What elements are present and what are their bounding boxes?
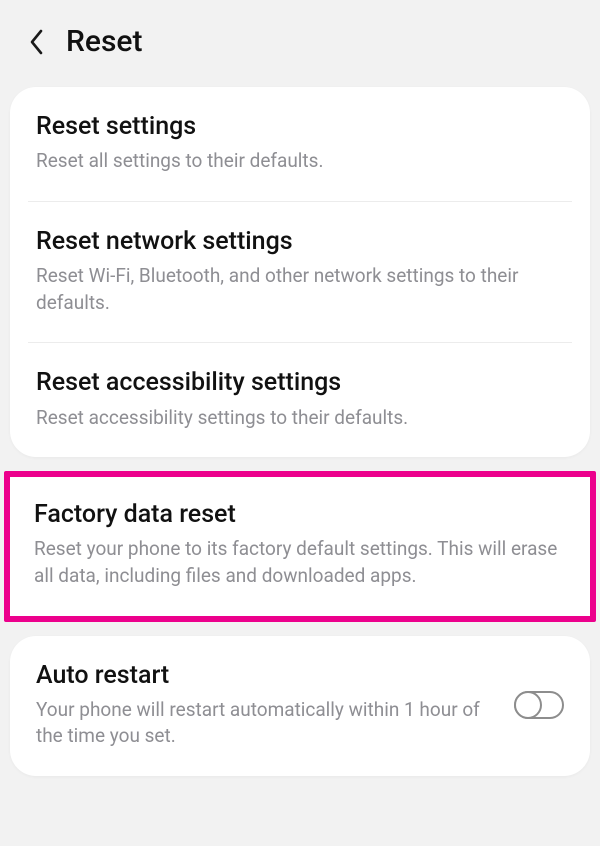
factory-data-reset-highlight: Factory data reset Reset your phone to i… — [4, 471, 596, 621]
page-title: Reset — [66, 24, 142, 59]
item-title: Reset network settings — [36, 226, 564, 257]
reset-options-card: Reset settings Reset all settings to the… — [10, 87, 590, 457]
item-title: Reset accessibility settings — [36, 367, 564, 398]
item-desc: Your phone will restart automatically wi… — [36, 697, 494, 750]
item-title: Factory data reset — [34, 499, 566, 530]
reset-settings-item[interactable]: Reset settings Reset all settings to the… — [10, 87, 590, 201]
item-desc: Reset Wi-Fi, Bluetooth, and other networ… — [36, 263, 564, 316]
auto-restart-toggle[interactable] — [514, 691, 564, 719]
toggle-knob — [514, 691, 542, 719]
page-header: Reset — [0, 0, 600, 77]
reset-network-settings-item[interactable]: Reset network settings Reset Wi-Fi, Blue… — [10, 202, 590, 342]
reset-accessibility-settings-item[interactable]: Reset accessibility settings Reset acces… — [10, 343, 590, 457]
item-desc: Reset accessibility settings to their de… — [36, 405, 564, 432]
item-desc: Reset your phone to its factory default … — [34, 536, 566, 589]
item-title: Auto restart — [36, 660, 494, 691]
item-title: Reset settings — [36, 111, 564, 142]
item-desc: Reset all settings to their defaults. — [36, 148, 564, 175]
factory-data-reset-item[interactable]: Factory data reset Reset your phone to i… — [10, 477, 590, 615]
auto-restart-item[interactable]: Auto restart Your phone will restart aut… — [10, 636, 590, 776]
auto-restart-text: Auto restart Your phone will restart aut… — [36, 660, 494, 750]
back-icon[interactable] — [28, 28, 44, 56]
auto-restart-card: Auto restart Your phone will restart aut… — [10, 636, 590, 776]
